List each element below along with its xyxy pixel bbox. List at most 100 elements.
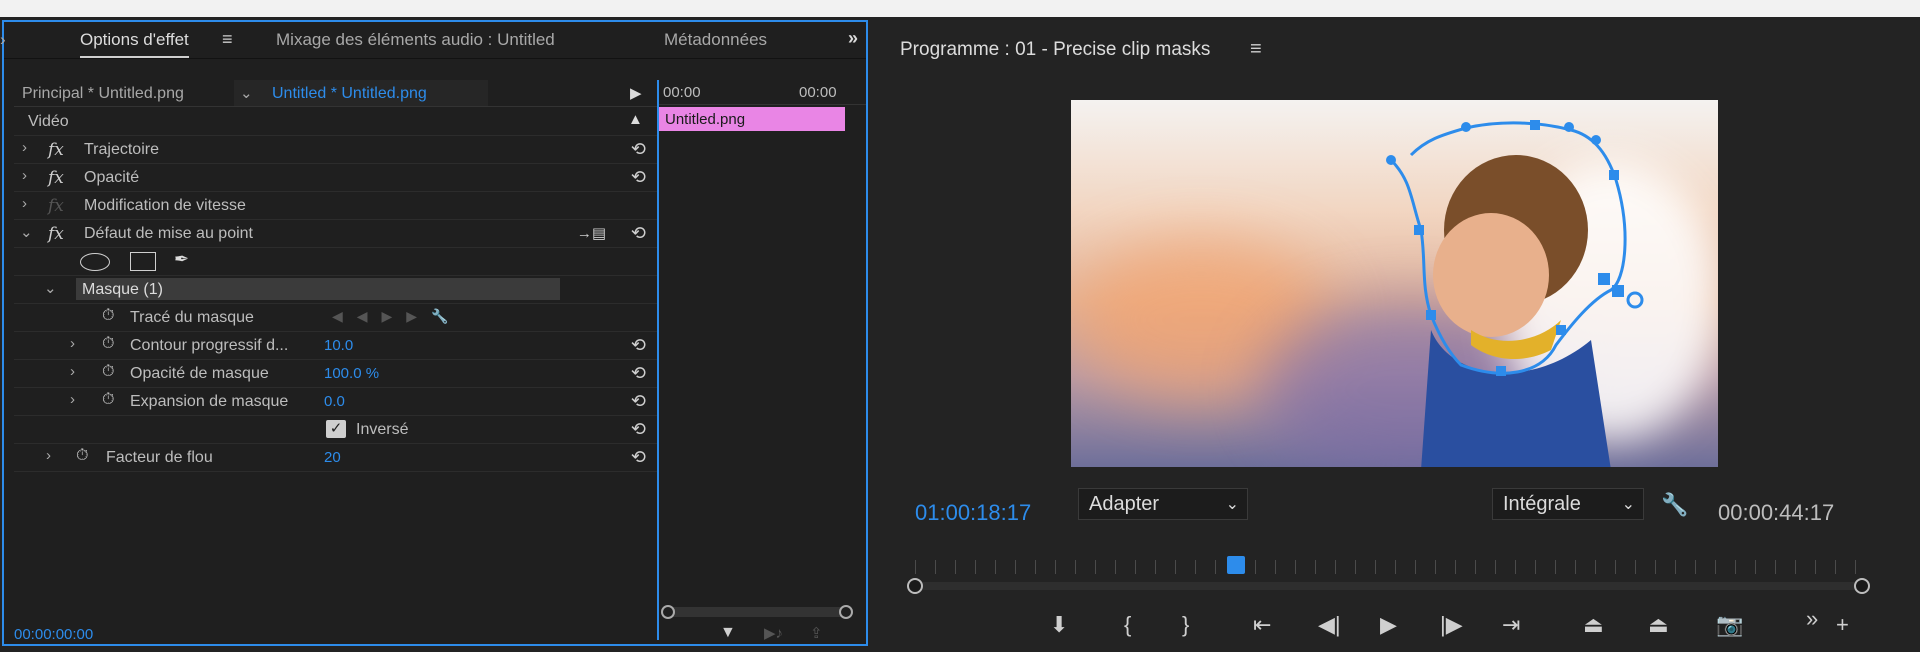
video-viewer[interactable] — [1071, 100, 1718, 467]
reset-icon[interactable]: ⟲ — [631, 139, 646, 160]
expanded-chevron-icon[interactable]: ⌄ — [44, 279, 57, 297]
stopwatch-icon[interactable]: ⏱ — [102, 307, 114, 325]
mark-in-icon[interactable]: { — [1124, 612, 1131, 638]
scroll-end-handle[interactable] — [839, 605, 853, 619]
go-to-in-icon[interactable]: ⇤ — [1253, 612, 1271, 638]
effect-timeline[interactable]: 00:00 00:00 Untitled.png — [657, 80, 866, 640]
mask-vertex[interactable] — [1609, 170, 1619, 180]
expand-chevron-icon[interactable]: › — [46, 447, 51, 464]
reset-icon[interactable]: ⟲ — [631, 419, 646, 440]
mask-vertex[interactable] — [1598, 273, 1610, 285]
keyframe-panel-icon[interactable]: →▤ — [577, 224, 606, 242]
step-back-icon[interactable]: ◀| — [1318, 612, 1341, 638]
effect-row-opacity[interactable]: › fx Opacité ⟲ — [14, 164, 658, 192]
export-frame-camera-icon[interactable]: 📷 — [1716, 612, 1743, 638]
mask-expansion-value[interactable]: 0.0 — [324, 393, 345, 410]
step-forward-icon[interactable]: |▶ — [1440, 612, 1463, 638]
effect-timecode[interactable]: 00:00:00:00 — [14, 626, 93, 643]
mask-feather-value[interactable]: 10.0 — [324, 337, 353, 354]
tab-audio-mixer[interactable]: Mixage des éléments audio : Untitled — [276, 30, 555, 50]
timeline-scrollbar[interactable] — [661, 605, 853, 619]
reset-icon[interactable]: ⟲ — [631, 391, 646, 412]
fit-dropdown[interactable]: Adapter ⌄ — [1078, 488, 1248, 520]
chevron-down-icon: ⌄ — [240, 85, 253, 102]
expanded-chevron-icon[interactable]: ⌄ — [20, 223, 33, 241]
blur-factor-value[interactable]: 20 — [324, 449, 341, 466]
reset-icon[interactable]: ⟲ — [631, 335, 646, 356]
panel-left-arrow[interactable]: › — [0, 30, 6, 50]
expand-chevron-icon[interactable]: › — [22, 167, 27, 184]
stopwatch-icon[interactable]: ⏱ — [102, 335, 114, 353]
expand-chevron-icon[interactable]: › — [70, 335, 75, 352]
button-editor-plus-icon[interactable]: + — [1836, 612, 1849, 638]
reset-icon[interactable]: ⟲ — [631, 223, 646, 244]
source-principal[interactable]: Principal * Untitled.png — [22, 85, 184, 103]
program-duration: 00:00:44:17 — [1718, 500, 1835, 525]
program-current-timecode[interactable]: 01:00:18:17 — [915, 500, 1031, 526]
mask-track-controls[interactable]: ◀◀▶▶🔧 — [332, 308, 463, 325]
mask-vertex[interactable] — [1496, 366, 1506, 376]
export-icon[interactable]: ⇪ — [810, 624, 823, 642]
mask-vertex[interactable] — [1461, 122, 1471, 132]
play-triangle-icon[interactable]: ▶ — [630, 84, 642, 102]
mask-row[interactable]: ⌄ Masque (1) — [14, 276, 658, 304]
effect-row-focus-blur[interactable]: ⌄ fx Défaut de mise au point →▤ ⟲ — [14, 220, 658, 248]
play-audio-icon[interactable]: ▶♪ — [764, 624, 783, 642]
rectangle-mask-icon[interactable] — [130, 252, 156, 271]
effect-row-speed[interactable]: › fx Modification de vitesse — [14, 192, 658, 220]
collapse-up-icon[interactable]: ▲ — [628, 111, 643, 128]
program-scrubber[interactable] — [907, 556, 1873, 594]
scrubber-end-handle[interactable] — [1854, 578, 1870, 594]
mask-vertex[interactable] — [1556, 325, 1566, 335]
tab-metadata[interactable]: Métadonnées — [664, 30, 767, 50]
program-title[interactable]: Programme : 01 - Precise clip masks — [900, 39, 1210, 61]
mask-vertex[interactable] — [1591, 135, 1601, 145]
play-icon[interactable]: ▶ — [1380, 612, 1397, 638]
expand-chevron-icon[interactable]: › — [70, 391, 75, 408]
inverted-checkbox[interactable]: ✓ — [326, 420, 346, 438]
tab-effect-options[interactable]: Options d'effet — [80, 30, 189, 58]
mask-vertex[interactable] — [1564, 122, 1574, 132]
mask-feather-handle[interactable] — [1626, 291, 1644, 309]
timeline-ruler[interactable]: 00:00 00:00 — [657, 80, 866, 105]
mask-opacity-value[interactable]: 100.0 % — [324, 365, 379, 382]
reset-icon[interactable]: ⟲ — [631, 363, 646, 384]
tab-menu-icon[interactable]: ≡ — [222, 29, 233, 50]
effect-row-trajectory[interactable]: › fx Trajectoire ⟲ — [14, 136, 658, 164]
more-tabs-icon[interactable]: » — [848, 28, 858, 49]
settings-wrench-icon[interactable]: 🔧 — [1661, 492, 1688, 518]
quality-dropdown[interactable]: Intégrale ⌄ — [1492, 488, 1644, 520]
mark-out-icon[interactable]: } — [1182, 612, 1189, 638]
program-menu-icon[interactable]: ≡ — [1250, 38, 1262, 61]
mask-label[interactable]: Masque (1) — [82, 281, 163, 299]
scroll-start-handle[interactable] — [661, 605, 675, 619]
lift-icon[interactable]: ⏏ — [1583, 612, 1604, 638]
timeline-clip[interactable]: Untitled.png — [659, 107, 845, 131]
more-controls-icon[interactable]: » — [1806, 606, 1818, 632]
mask-vertex[interactable] — [1386, 155, 1396, 165]
mask-vertex[interactable] — [1612, 285, 1624, 297]
expand-chevron-icon[interactable]: › — [70, 363, 75, 380]
expand-chevron-icon[interactable]: › — [22, 139, 27, 156]
scrubber-start-handle[interactable] — [907, 578, 923, 594]
stopwatch-icon[interactable]: ⏱ — [76, 447, 88, 465]
timeline-playhead[interactable] — [657, 80, 659, 640]
reset-icon[interactable]: ⟲ — [631, 167, 646, 188]
source-clip[interactable]: Untitled * Untitled.png — [272, 85, 427, 103]
mask-vertex[interactable] — [1530, 120, 1540, 130]
reset-icon[interactable]: ⟲ — [631, 447, 646, 468]
stopwatch-icon[interactable]: ⏱ — [102, 391, 114, 409]
stopwatch-icon[interactable]: ⏱ — [102, 363, 114, 381]
add-marker-icon[interactable]: ⬇ — [1050, 612, 1068, 638]
expand-chevron-icon[interactable]: › — [22, 195, 27, 212]
pen-mask-icon[interactable]: ✒ — [174, 249, 189, 270]
go-to-out-icon[interactable]: ⇥ — [1502, 612, 1520, 638]
effect-label: Modification de vitesse — [84, 197, 246, 214]
filter-icon[interactable]: ▼ — [720, 624, 736, 642]
extract-icon[interactable]: ⏏ — [1648, 612, 1669, 638]
mask-vertex[interactable] — [1414, 225, 1424, 235]
scrubber-playhead[interactable] — [1227, 556, 1245, 574]
scrubber-track[interactable] — [915, 582, 1865, 590]
ellipse-mask-icon[interactable] — [80, 253, 110, 271]
mask-vertex[interactable] — [1426, 310, 1436, 320]
